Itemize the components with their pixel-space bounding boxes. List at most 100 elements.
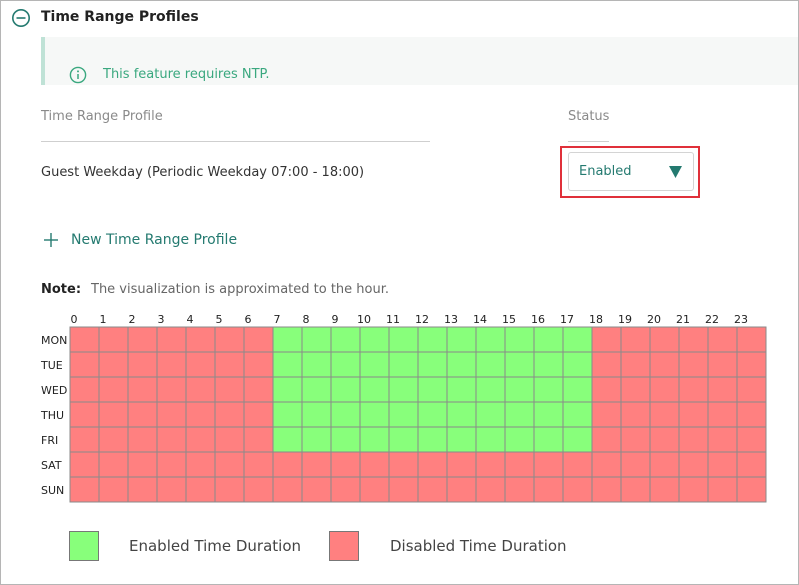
new-time-range-profile-button[interactable]: New Time Range Profile xyxy=(43,230,237,250)
disabled-hour-cell xyxy=(156,326,187,353)
disabled-hour-cell xyxy=(707,451,738,478)
disabled-hour-cell xyxy=(156,401,187,428)
disabled-hour-cell xyxy=(620,326,651,353)
disabled-hour-cell xyxy=(185,376,216,403)
disabled-hour-cell xyxy=(707,476,738,503)
hour-label: 20 xyxy=(647,313,661,326)
enabled-hour-cell xyxy=(446,426,477,453)
disabled-hour-cell xyxy=(620,401,651,428)
disabled-hour-cell xyxy=(156,376,187,403)
hour-label: 18 xyxy=(589,313,603,326)
hour-label: 12 xyxy=(415,313,429,326)
disabled-hour-cell xyxy=(620,426,651,453)
disabled-hour-cell xyxy=(417,451,448,478)
hour-label: 3 xyxy=(158,313,165,326)
enabled-hour-cell xyxy=(359,351,390,378)
disabled-hour-cell xyxy=(243,451,274,478)
hour-label: 15 xyxy=(502,313,516,326)
disabled-hour-cell xyxy=(446,451,477,478)
hour-label: 14 xyxy=(473,313,487,326)
enabled-hour-cell xyxy=(272,426,303,453)
disabled-hour-cell xyxy=(707,401,738,428)
hour-label: 0 xyxy=(71,313,78,326)
disabled-hour-cell xyxy=(69,351,100,378)
disabled-hour-cell xyxy=(127,476,158,503)
enabled-hour-cell xyxy=(446,376,477,403)
disabled-hour-cell xyxy=(98,401,129,428)
disabled-hour-cell xyxy=(214,351,245,378)
disabled-hour-cell xyxy=(127,401,158,428)
enabled-hour-cell xyxy=(301,326,332,353)
enabled-hour-cell xyxy=(359,326,390,353)
hour-label: 4 xyxy=(187,313,194,326)
disabled-hour-cell xyxy=(127,376,158,403)
disabled-hour-cell xyxy=(98,351,129,378)
ntp-notice: This feature requires NTP. xyxy=(41,37,798,85)
disabled-hour-cell xyxy=(98,426,129,453)
enabled-hour-cell xyxy=(359,401,390,428)
enabled-hour-cell xyxy=(533,351,564,378)
hour-label: 17 xyxy=(560,313,574,326)
notice-text: This feature requires NTP. xyxy=(103,67,270,82)
enabled-hour-cell xyxy=(533,426,564,453)
disabled-hour-cell xyxy=(243,376,274,403)
hour-label: 2 xyxy=(129,313,136,326)
disabled-hour-cell xyxy=(301,476,332,503)
enabled-hour-cell xyxy=(388,326,419,353)
disabled-hour-cell xyxy=(185,426,216,453)
hour-label: 19 xyxy=(618,313,632,326)
enabled-hour-cell xyxy=(388,376,419,403)
disabled-hour-cell xyxy=(736,451,767,478)
disabled-hour-cell xyxy=(388,451,419,478)
day-label: SAT xyxy=(41,459,62,472)
enabled-hour-cell xyxy=(359,376,390,403)
disabled-hour-cell xyxy=(156,351,187,378)
day-label: SUN xyxy=(41,484,64,497)
plus-icon xyxy=(44,233,58,247)
caret-down-icon[interactable] xyxy=(669,166,682,178)
disabled-hour-cell xyxy=(69,426,100,453)
disabled-hour-cell xyxy=(69,401,100,428)
disabled-hour-cell xyxy=(156,476,187,503)
enabled-hour-cell xyxy=(330,351,361,378)
enabled-hour-cell xyxy=(417,426,448,453)
hour-label: 7 xyxy=(274,313,281,326)
disabled-hour-cell xyxy=(214,476,245,503)
disabled-hour-cell xyxy=(504,476,535,503)
disabled-hour-cell xyxy=(330,476,361,503)
disabled-hour-cell xyxy=(678,326,709,353)
panel-header[interactable]: Time Range Profiles xyxy=(1,1,798,35)
new-profile-label: New Time Range Profile xyxy=(71,232,238,248)
disabled-hour-cell xyxy=(620,476,651,503)
enabled-hour-cell xyxy=(388,401,419,428)
enabled-hour-cell xyxy=(330,376,361,403)
status-column-header: Status xyxy=(568,109,610,124)
note-text: The visualization is approximated to the… xyxy=(91,282,390,297)
minus-circle-icon[interactable] xyxy=(11,8,31,28)
enabled-hour-cell xyxy=(562,426,593,453)
disabled-hour-cell xyxy=(127,326,158,353)
disabled-hour-cell xyxy=(301,451,332,478)
profile-name[interactable]: Guest Weekday (Periodic Weekday 07:00 - … xyxy=(41,165,364,180)
hour-label: 9 xyxy=(332,313,339,326)
enabled-hour-cell xyxy=(388,426,419,453)
hour-label: 21 xyxy=(676,313,690,326)
disabled-hour-cell xyxy=(707,351,738,378)
hour-label: 8 xyxy=(303,313,310,326)
status-dropdown[interactable]: Enabled xyxy=(568,152,694,191)
panel-title: Time Range Profiles xyxy=(41,9,199,25)
disabled-hour-cell xyxy=(736,401,767,428)
hour-label: 11 xyxy=(386,313,400,326)
day-label: WED xyxy=(41,384,67,397)
day-label: TUE xyxy=(40,359,63,372)
disabled-hour-cell xyxy=(591,451,622,478)
enabled-hour-cell xyxy=(417,376,448,403)
enabled-hour-cell xyxy=(504,326,535,353)
disabled-hour-cell xyxy=(678,376,709,403)
enabled-hour-cell xyxy=(359,426,390,453)
disabled-hour-cell xyxy=(185,451,216,478)
disabled-hour-cell xyxy=(417,476,448,503)
disabled-hour-cell xyxy=(678,451,709,478)
disabled-hour-cell xyxy=(127,351,158,378)
disabled-hour-cell xyxy=(69,326,100,353)
